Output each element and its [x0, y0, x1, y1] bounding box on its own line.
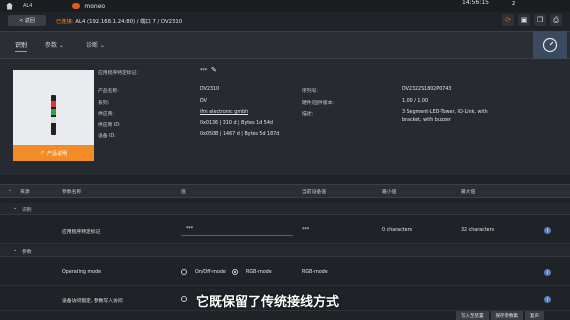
row-access-name: 设备访问锁定, 参数写入访问 — [62, 299, 123, 304]
header-icons: ⟳ ▣ ❐ ⎙ — [502, 14, 562, 26]
table-header — [0, 184, 570, 198]
info-icon[interactable]: i — [544, 269, 551, 276]
system-top-bar: AL4 moneo 14:56:15 — [0, 0, 570, 12]
column-name: 参数名称 — [62, 190, 82, 195]
vendor-id-value: 0x0136 | 310 d | Bytes 1d 54d — [200, 121, 273, 126]
product-description-button[interactable]: ↗ 产品说明 — [13, 145, 94, 161]
reset-button[interactable]: 复声 — [525, 311, 544, 320]
column-current: 当前设备值 — [302, 190, 326, 195]
connection-state: 已连接: — [56, 19, 74, 25]
row-app-tag-min: 0 characters — [382, 228, 413, 233]
home-icon[interactable] — [6, 2, 13, 10]
column-source: 来源 — [20, 190, 30, 195]
column-max: 最大值 — [461, 190, 476, 195]
radio-rgb-mode[interactable] — [232, 269, 238, 275]
description-value-line1: 3 Segment-LED-Tower, IO-Link, with — [402, 110, 488, 115]
radio-onoff-label: On/Off-mode — [195, 270, 226, 275]
bottom-actions: 写入至装置 保存参数集 复声 — [456, 311, 544, 320]
led-tower-icon — [51, 95, 56, 135]
section-parameters[interactable]: ⌄ 参数 — [0, 245, 570, 257]
app-name: moneo — [84, 2, 106, 10]
chevron-down-icon: ⌄ — [13, 248, 18, 253]
save-icon[interactable]: ▣ — [518, 14, 530, 26]
radio-onoff-mode[interactable] — [181, 269, 187, 275]
device-label: AL4 — [23, 3, 33, 9]
tab-identification[interactable]: 识别 — [15, 40, 28, 52]
notification-badge: 2 — [512, 1, 516, 7]
info-icon[interactable]: i — [544, 227, 551, 234]
row-app-tag-name: 应用程序特定标记 — [62, 230, 101, 235]
vendor-link[interactable]: ifm electronic gmbh — [200, 110, 248, 115]
gauge-icon — [542, 37, 558, 53]
chevron-down-icon: ⌄ — [13, 206, 18, 211]
vendor-label: 供应商: — [98, 112, 115, 117]
collapse-all-icon[interactable]: ⌄ — [8, 188, 12, 193]
series-label: 系列: — [98, 101, 110, 106]
section-identification-label: 识别 — [22, 208, 32, 213]
sync-icon[interactable]: ⟳ — [502, 14, 514, 26]
clock: 14:56:15 — [462, 0, 489, 6]
external-link-icon: ↗ — [39, 150, 45, 156]
serial-label: 序列号: — [302, 89, 319, 94]
edit-pencil-icon[interactable]: ✎ — [211, 66, 217, 74]
column-min: 最小值 — [382, 190, 397, 195]
description-label: 描述: — [302, 112, 314, 117]
row-app-tag-max: 32 characters — [461, 228, 495, 233]
tab-parameters[interactable]: 参数 ⌄ — [45, 40, 64, 49]
moneo-logo-icon — [72, 3, 81, 9]
row-app-tag-input[interactable]: *** — [186, 227, 193, 232]
series-value: DV — [200, 99, 207, 104]
write-to-device-button[interactable]: 写入至装置 — [456, 311, 489, 320]
info-icon[interactable]: i — [544, 296, 551, 303]
clock-time: 14:56:15 — [462, 0, 489, 6]
copy-icon[interactable]: ❐ — [534, 14, 546, 26]
section-parameters-label: 参数 — [22, 250, 32, 255]
product-name-label: 产品名称: — [98, 89, 119, 94]
hw-fw-value: 1.00 / 1.00 — [402, 99, 429, 104]
app-tag-input-underline — [181, 235, 293, 236]
device-id-value: 0x050B | 1467 d | Bytes 5d 187d — [200, 132, 280, 137]
row-op-mode-current: RGB-mode — [302, 270, 328, 275]
save-parameter-set-button[interactable]: 保存参数集 — [490, 311, 523, 320]
device-id-label: 设备 ID: — [98, 134, 116, 139]
radio-rgb-label: RGB-mode — [246, 270, 272, 275]
row-app-tag-current: *** — [302, 228, 310, 233]
gauge-button[interactable] — [533, 31, 567, 59]
section-identification[interactable]: ⌄ 识别 — [0, 203, 570, 215]
back-button[interactable]: < 返回 — [8, 15, 46, 26]
hw-fw-label: 硬件/固件版本: — [302, 101, 335, 106]
radio-access[interactable] — [181, 296, 187, 302]
column-value: 值 — [181, 190, 186, 195]
description-value-line2: bracket, with buzzer — [402, 118, 451, 123]
export-icon[interactable]: ⎙ — [550, 14, 562, 26]
app-tag-value: *** — [200, 69, 208, 74]
serial-value: DV2322S1802P0743 — [402, 87, 452, 92]
product-name-value: DV2310 — [200, 87, 220, 92]
connection-status: 已连接: AL4 (192.168.1.24:80) / 端口 7 / DV23… — [56, 17, 182, 25]
connection-path: AL4 (192.168.1.24:80) / 端口 7 / DV2310 — [75, 19, 183, 25]
product-description-label: 产品说明 — [47, 150, 68, 157]
video-subtitle: 它既保留了传统接线方式 — [196, 295, 340, 310]
vendor-id-label: 供应商 ID: — [98, 123, 121, 128]
row-op-mode-name: Operating mode — [62, 270, 102, 275]
tab-diagnostics[interactable]: 诊断 ⌄ — [86, 40, 105, 49]
app-tag-label: 应用程序特定标记: — [98, 71, 138, 76]
